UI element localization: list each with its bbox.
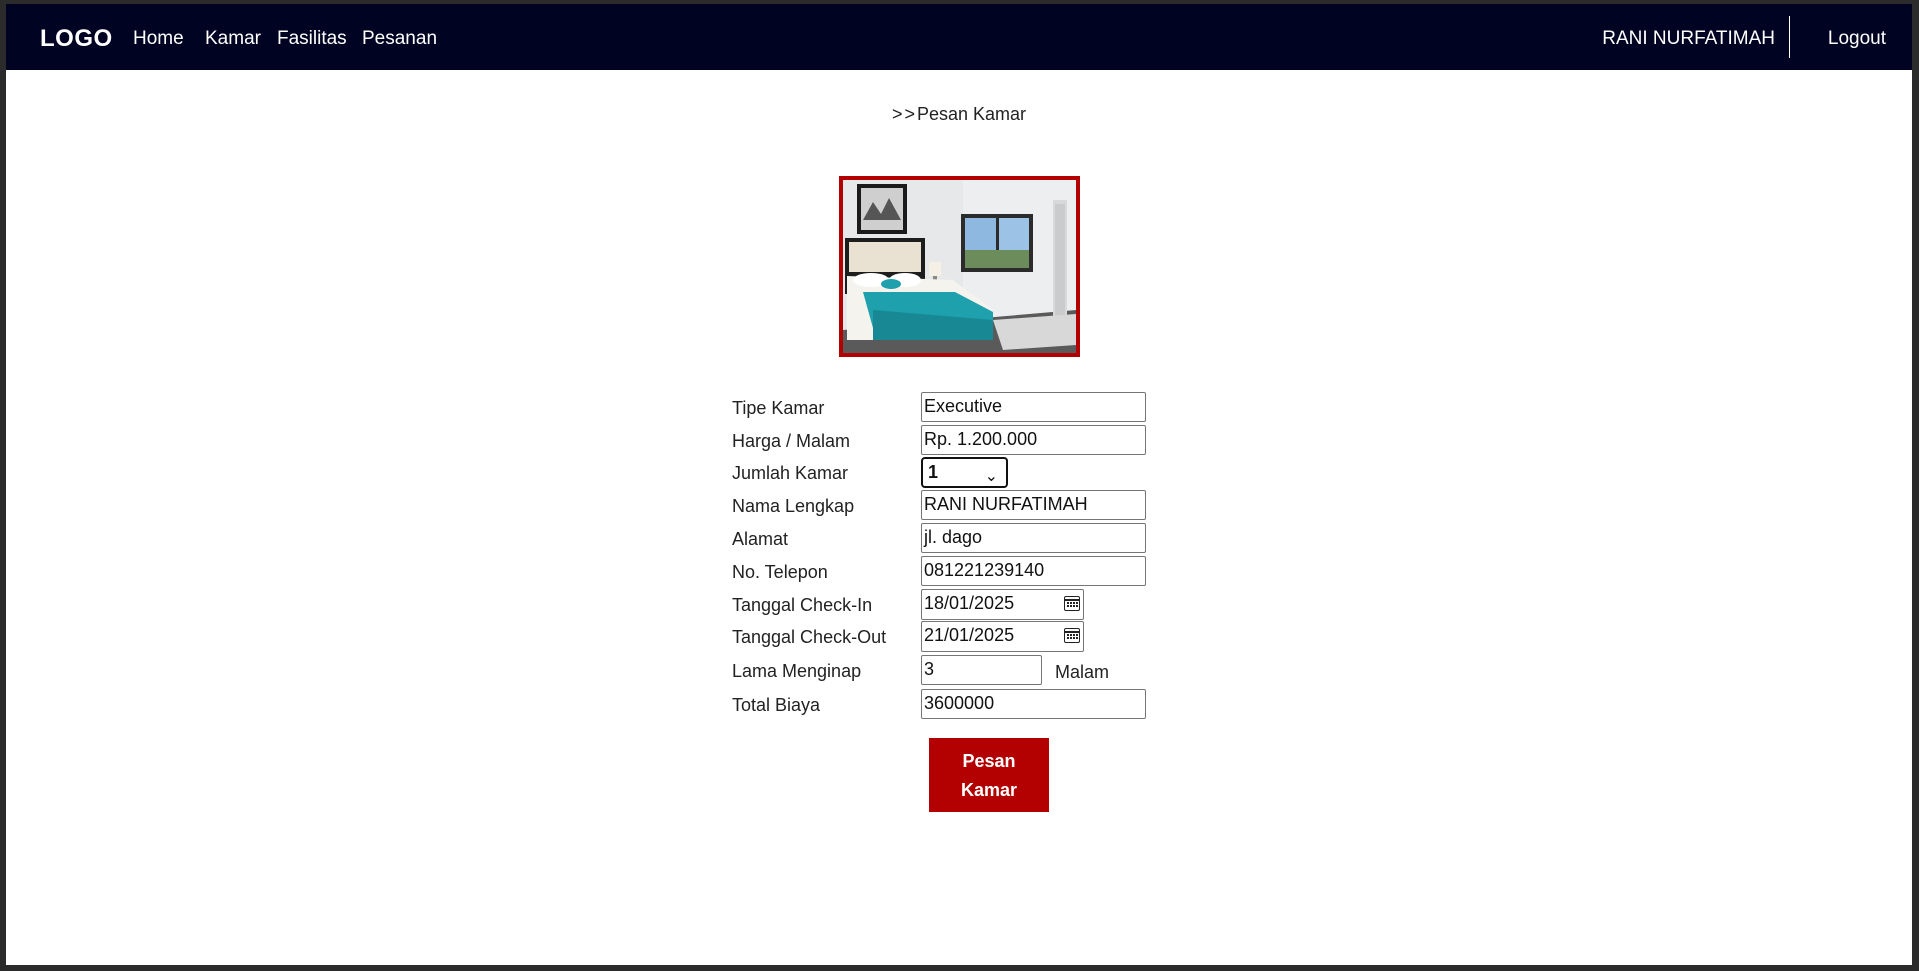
nama-field[interactable]: RANI NURFATIMAH xyxy=(921,490,1146,520)
row-lama: Lama Menginap 3 Malam xyxy=(732,655,1232,685)
breadcrumb: >>Pesan Kamar xyxy=(6,104,1912,125)
harga-field[interactable]: Rp. 1.200.000 xyxy=(921,425,1146,455)
chevron-down-icon: ⌄ xyxy=(984,468,998,485)
checkout-label: Tanggal Check-Out xyxy=(732,627,887,647)
nav-link-home[interactable]: Home xyxy=(133,28,184,50)
nav-link-pesanan[interactable]: Pesanan xyxy=(362,28,437,50)
logo[interactable]: LOGO xyxy=(40,25,113,53)
row-jumlah-kamar: Jumlah Kamar 1 ⌄ xyxy=(732,457,1232,488)
row-telepon: No. Telepon 081221239140 xyxy=(732,556,1232,586)
alamat-field[interactable]: jl. dago xyxy=(921,523,1146,553)
logout-link[interactable]: Logout xyxy=(1828,28,1886,50)
checkin-date-field[interactable]: 18/01/2025 xyxy=(921,589,1084,620)
breadcrumb-arrows: >> xyxy=(891,104,917,124)
nama-label: Nama Lengkap xyxy=(732,496,855,516)
jumlah-kamar-label: Jumlah Kamar xyxy=(732,463,849,483)
jumlah-kamar-select[interactable]: 1 ⌄ xyxy=(921,457,1008,488)
checkin-label: Tanggal Check-In xyxy=(732,595,873,615)
room-photo xyxy=(839,176,1080,357)
row-total: Total Biaya 3600000 xyxy=(732,689,1232,719)
lama-unit: Malam xyxy=(1055,662,1110,682)
nav-divider xyxy=(1789,16,1790,58)
lama-field[interactable]: 3 xyxy=(921,655,1042,685)
alamat-label: Alamat xyxy=(732,529,789,549)
row-harga: Harga / Malam Rp. 1.200.000 xyxy=(732,425,1232,455)
lama-label: Lama Menginap xyxy=(732,661,862,681)
total-label: Total Biaya xyxy=(732,695,821,715)
browser-viewport: LOGO Home Kamar Fasilitas Pesanan RANI N… xyxy=(6,4,1912,965)
calendar-icon[interactable] xyxy=(1064,596,1080,611)
row-nama: Nama Lengkap RANI NURFATIMAH xyxy=(732,490,1232,520)
row-checkout: Tanggal Check-Out 21/01/2025 xyxy=(732,621,1232,652)
tipe-kamar-label: Tipe Kamar xyxy=(732,398,825,418)
row-tipe-kamar: Tipe Kamar Executive xyxy=(732,392,1232,422)
checkout-value: 21/01/2025 xyxy=(924,625,1015,645)
nav-link-fasilitas[interactable]: Fasilitas xyxy=(277,28,347,50)
row-alamat: Alamat jl. dago xyxy=(732,523,1232,553)
calendar-icon[interactable] xyxy=(1064,628,1080,643)
telepon-field[interactable]: 081221239140 xyxy=(921,556,1146,586)
page-title: Pesan Kamar xyxy=(916,104,1027,124)
user-name: RANI NURFATIMAH xyxy=(1602,28,1775,49)
harga-label: Harga / Malam xyxy=(732,431,851,451)
row-checkin: Tanggal Check-In 18/01/2025 xyxy=(732,589,1232,620)
navbar: LOGO Home Kamar Fasilitas Pesanan RANI N… xyxy=(6,4,1912,70)
jumlah-kamar-value: 1 xyxy=(928,462,939,482)
telepon-label: No. Telepon xyxy=(732,562,828,582)
checkin-value: 18/01/2025 xyxy=(924,593,1015,613)
nav-link-kamar[interactable]: Kamar xyxy=(205,28,261,50)
total-field[interactable]: 3600000 xyxy=(921,689,1146,719)
pesan-kamar-button[interactable]: Pesan Kamar xyxy=(929,738,1049,812)
tipe-kamar-field[interactable]: Executive xyxy=(921,392,1146,422)
checkout-date-field[interactable]: 21/01/2025 xyxy=(921,621,1084,652)
